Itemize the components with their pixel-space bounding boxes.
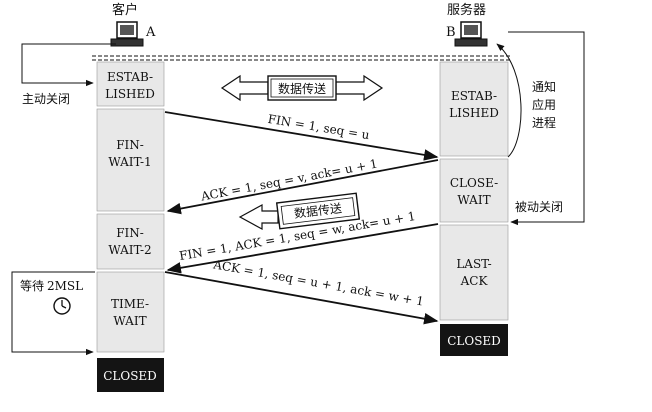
server-state-close-wait-b: WAIT	[457, 193, 490, 207]
client-state-closed: CLOSED	[103, 369, 157, 383]
server-letter: B	[446, 25, 456, 40]
wait-2msl-label-2: 2MSL	[47, 279, 83, 293]
client-computer-icon	[110, 21, 144, 47]
server-state-closed: CLOSED	[447, 334, 501, 348]
client-state-time-wait-a: TIME-	[111, 297, 149, 311]
tcp-connection-release-diagram: 客户 服务器 A B ESTAB- LISHED FIN- WAIT-1 FIN…	[0, 0, 652, 412]
server-state-last-ack-a: LAST-	[456, 257, 491, 271]
message-label-final-ack: ACK = 1, seq = u + 1, ack = w + 1	[211, 257, 425, 308]
passive-close-label: 被动关闭	[515, 200, 563, 214]
server-state-established-2: LISHED	[449, 106, 499, 120]
client-role-label: 客户	[112, 2, 138, 18]
server-role-label: 服务器	[447, 2, 486, 18]
diagram-canvas: 客户 服务器 A B ESTAB- LISHED FIN- WAIT-1 FIN…	[11, 2, 585, 392]
clock-icon	[53, 297, 71, 315]
server-computer-icon	[454, 21, 488, 47]
client-state-time-wait-b: WAIT	[113, 314, 146, 328]
notify-label-1: 通知	[532, 80, 556, 94]
server-state-close-wait-a: CLOSE-	[450, 176, 498, 190]
client-state-fin-wait-2-a: FIN-	[116, 226, 144, 240]
notify-label-3: 进程	[532, 115, 556, 130]
server-state-established-1: ESTAB-	[451, 89, 497, 103]
client-state-established-2: LISHED	[105, 87, 155, 101]
client-state-fin-wait-1-a: FIN-	[116, 138, 144, 152]
data-transfer-label-top: 数据传送	[278, 81, 326, 96]
active-close-label: 主动关闭	[22, 92, 70, 106]
client-state-established-1: ESTAB-	[107, 70, 153, 84]
notify-label-2: 应用	[532, 97, 556, 112]
client-letter: A	[145, 25, 156, 40]
server-state-last-ack-b: ACK	[460, 274, 489, 288]
client-state-fin-wait-1-b: WAIT-1	[108, 155, 151, 169]
client-state-fin-wait-2-b: WAIT-2	[108, 243, 151, 257]
wait-2msl-label-1: 等待	[20, 279, 44, 293]
